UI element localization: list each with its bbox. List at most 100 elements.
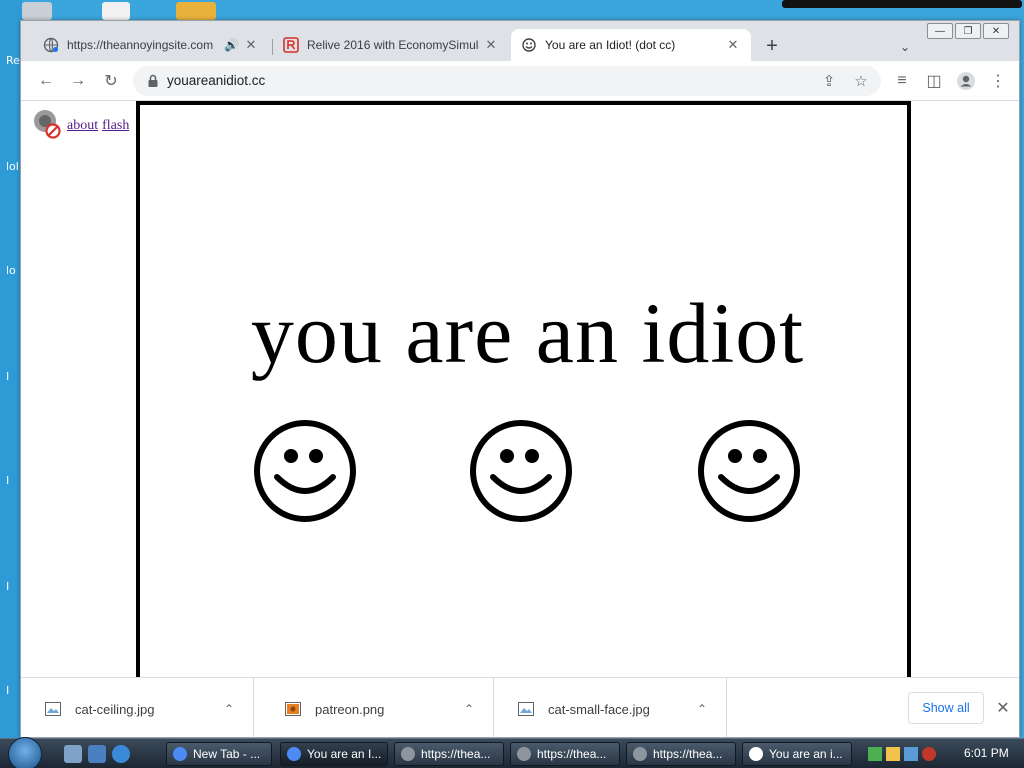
- desktop-label[interactable]: lo: [6, 264, 16, 277]
- taskbar-button[interactable]: https://thea...: [394, 742, 504, 766]
- tab-title: https://theannoyingsite.com: [67, 38, 214, 52]
- smiley-face-icon: [254, 420, 356, 522]
- lock-icon[interactable]: [145, 73, 161, 89]
- smiley-face-icon: [470, 420, 572, 522]
- download-item[interactable]: cat-ceiling.jpg ⌃: [21, 678, 254, 737]
- reload-button[interactable]: ↻: [99, 69, 123, 93]
- chevron-up-icon[interactable]: ⌃: [692, 702, 712, 716]
- desktop-window-edge: [782, 0, 1022, 8]
- desktop-label[interactable]: I: [6, 684, 9, 697]
- image-file-icon: [518, 702, 534, 716]
- show-desktop-icon[interactable]: [64, 745, 82, 763]
- globe-icon: [43, 37, 59, 53]
- back-button[interactable]: ←: [34, 69, 58, 93]
- taskbar-button[interactable]: You are an i...: [742, 742, 852, 766]
- taskbar-button-label: You are an I...: [307, 747, 382, 761]
- desktop-label[interactable]: lol: [6, 160, 19, 173]
- close-window-button[interactable]: ✕: [983, 23, 1009, 39]
- chrome-icon: [287, 747, 301, 761]
- address-bar[interactable]: youareanidiot.cc ⇪ ☆: [133, 66, 881, 96]
- desktop-label[interactable]: I: [6, 580, 9, 593]
- close-tab-icon[interactable]: ✕: [483, 37, 499, 53]
- tab-title: You are an Idiot! (dot cc): [545, 38, 676, 52]
- close-downloads-icon[interactable]: ✕: [993, 698, 1013, 718]
- browser-window: https://theannoyingsite.com 🔊 ✕ Relive 2…: [20, 20, 1020, 738]
- internet-explorer-icon[interactable]: [112, 745, 130, 763]
- taskbar: New Tab - ... You are an I... https://th…: [0, 737, 1024, 768]
- start-button[interactable]: [8, 737, 42, 768]
- folder-icon[interactable]: [176, 2, 216, 20]
- forward-button[interactable]: →: [66, 69, 90, 93]
- taskbar-button-label: https://thea...: [653, 747, 723, 761]
- url-text[interactable]: youareanidiot.cc: [167, 73, 265, 88]
- media-control-icon[interactable]: ≡: [890, 69, 914, 93]
- taskbar-button-label: https://thea...: [537, 747, 607, 761]
- desktop-background: [0, 0, 22, 738]
- image-file-icon: [45, 702, 61, 716]
- page-headline: you are an idiot: [250, 285, 805, 381]
- download-filename: cat-small-face.jpg: [548, 701, 650, 717]
- share-icon[interactable]: ⇪: [819, 71, 839, 91]
- taskbar-button[interactable]: https://thea...: [510, 742, 620, 766]
- smiley-icon: [521, 37, 537, 53]
- page-content: about flash you are an idiot: [21, 101, 1019, 677]
- maximize-button[interactable]: ❐: [955, 23, 981, 39]
- chevron-up-icon[interactable]: ⌃: [459, 702, 479, 716]
- about-link[interactable]: about: [67, 118, 98, 134]
- smiley-icon: [749, 747, 763, 761]
- smiley-face-icon: [698, 420, 800, 522]
- menu-icon[interactable]: ⋮: [986, 69, 1010, 93]
- clock[interactable]: 6:01 PM: [964, 746, 1009, 760]
- download-filename: cat-ceiling.jpg: [75, 701, 155, 717]
- window-controls: — ❐ ✕: [925, 23, 1009, 39]
- network-icon[interactable]: [904, 747, 918, 761]
- tray-shield-icon[interactable]: [886, 747, 900, 761]
- no-sound-icon[interactable]: [31, 107, 63, 144]
- tray-app-icon[interactable]: [868, 747, 882, 761]
- close-tab-icon[interactable]: ✕: [243, 37, 259, 53]
- taskbar-button-label: You are an i...: [769, 747, 843, 761]
- desktop-label[interactable]: I: [6, 474, 9, 487]
- globe-icon: [401, 747, 415, 761]
- taskbar-button[interactable]: You are an I...: [280, 742, 388, 766]
- tab-annoying-site[interactable]: https://theannoyingsite.com 🔊 ✕: [33, 29, 269, 61]
- desktop-label[interactable]: I: [6, 370, 9, 383]
- taskbar-button[interactable]: https://thea...: [626, 742, 736, 766]
- globe-icon: [517, 747, 531, 761]
- tab-strip: https://theannoyingsite.com 🔊 ✕ Relive 2…: [21, 21, 1019, 61]
- image-file-icon: [285, 702, 301, 716]
- chevron-up-icon[interactable]: ⌃: [219, 702, 239, 716]
- tab-you-are-an-idiot[interactable]: You are an Idiot! (dot cc) ✕: [511, 29, 751, 61]
- download-item[interactable]: cat-small-face.jpg ⌃: [494, 678, 727, 737]
- taskbar-button-label: https://thea...: [421, 747, 491, 761]
- browser-toolbar: ← → ↻ youareanidiot.cc ⇪ ☆ ≡ ◫ ⋮: [21, 61, 1019, 101]
- speaker-icon[interactable]: 🔊: [224, 38, 239, 52]
- tab-title: Relive 2016 with EconomySimula: [307, 38, 479, 52]
- taskbar-button[interactable]: New Tab - ...: [166, 742, 272, 766]
- profile-icon[interactable]: [954, 69, 978, 93]
- download-filename: patreon.png: [315, 701, 385, 717]
- minimize-button[interactable]: —: [927, 23, 953, 39]
- desktop-top-strip: [22, 0, 1024, 22]
- side-panel-icon[interactable]: ◫: [922, 69, 946, 93]
- new-tab-button[interactable]: +: [761, 35, 783, 57]
- speaker-muted-icon[interactable]: [922, 747, 936, 761]
- star-icon[interactable]: ☆: [851, 71, 871, 91]
- chrome-icon: [173, 747, 187, 761]
- top-links: about flash: [31, 107, 129, 144]
- download-item[interactable]: patreon.png ⌃: [261, 678, 494, 737]
- document-icon[interactable]: [102, 2, 130, 20]
- economy-logo-icon: [283, 37, 299, 53]
- globe-icon: [633, 747, 647, 761]
- idiot-frame[interactable]: you are an idiot: [136, 101, 911, 677]
- close-tab-icon[interactable]: ✕: [725, 37, 741, 53]
- show-all-button[interactable]: Show all: [908, 692, 984, 724]
- taskbar-button-label: New Tab - ...: [193, 747, 261, 761]
- desktop-label[interactable]: Re: [6, 54, 20, 67]
- flash-link[interactable]: flash: [102, 118, 129, 134]
- downloads-bar: cat-ceiling.jpg ⌃ patreon.png ⌃ cat-smal…: [21, 677, 1019, 737]
- recycle-bin-icon[interactable]: [22, 2, 52, 20]
- tab-search-button[interactable]: ⌄: [895, 37, 915, 57]
- tab-economy-simulator[interactable]: Relive 2016 with EconomySimula ✕: [273, 29, 509, 61]
- switch-windows-icon[interactable]: [88, 745, 106, 763]
